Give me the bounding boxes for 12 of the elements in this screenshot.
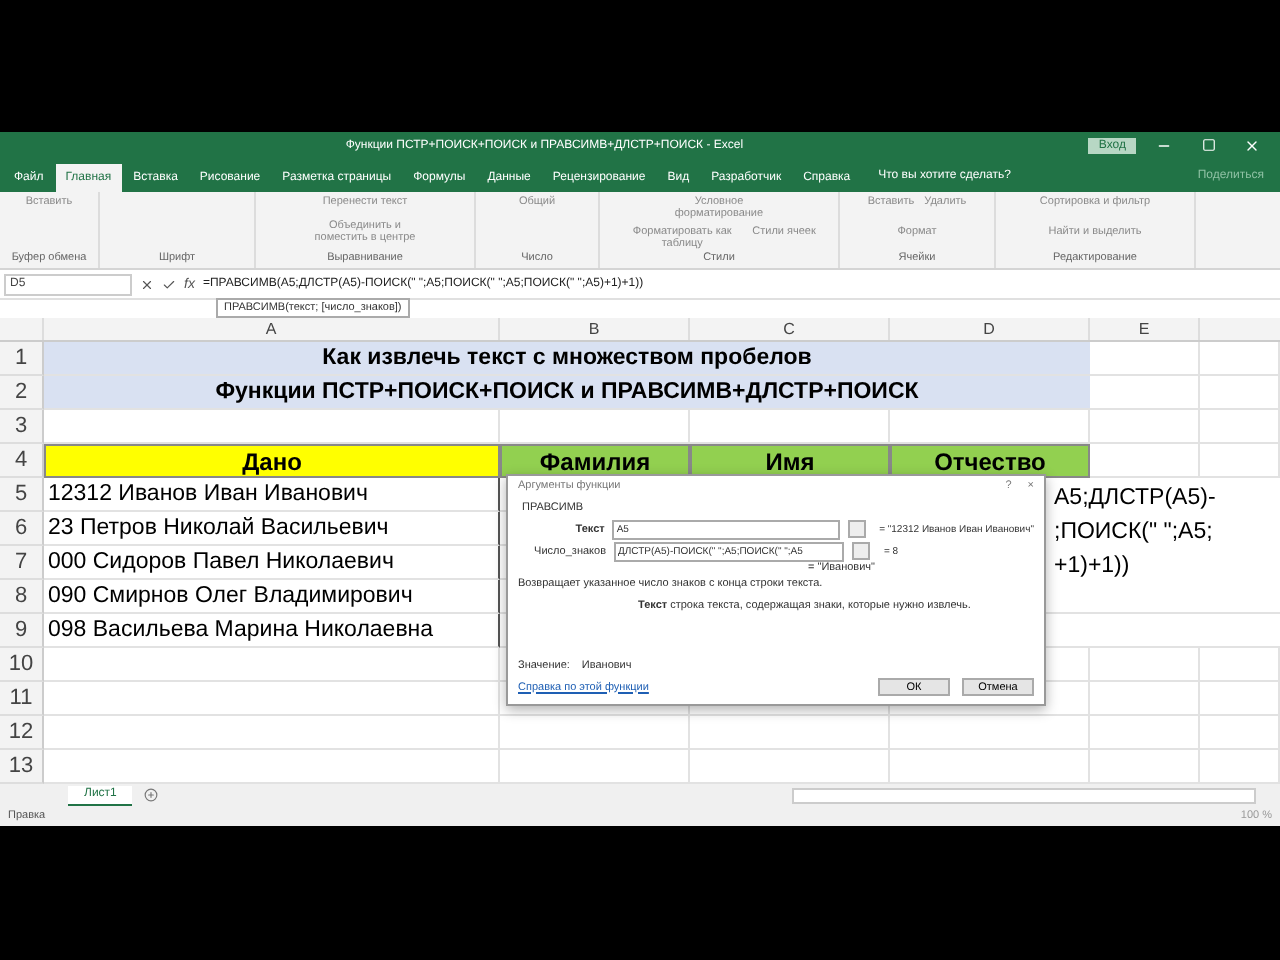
formula-text: ;ПОИСК(" ";A5; [1054,520,1213,544]
formula-text: +1)+1)) [1054,554,1130,578]
table-cell: 090 Смирнов Олег Владимирович [44,580,500,614]
header-cell: Дано [44,444,500,478]
table-cell: 000 Сидоров Павел Николаевич [44,546,500,580]
table-cell: 098 Васильева Марина Николаевна [44,614,500,648]
header-cell: Отчество [890,444,1090,478]
title-cell: Функции ПСТР+ПОИСК+ПОИСК и ПРАВСИМВ+ДЛСТР+ПОИСК [44,376,1090,410]
title-cell: Как извлечь текст с множеством пробелов [44,342,1090,376]
table-cell: 12312 Иванов Иван Иванович [44,478,500,512]
table-cell: 23 Петров Николай Васильевич [44,512,500,546]
formula-text: A5;ДЛСТР(A5)- [1054,486,1216,510]
